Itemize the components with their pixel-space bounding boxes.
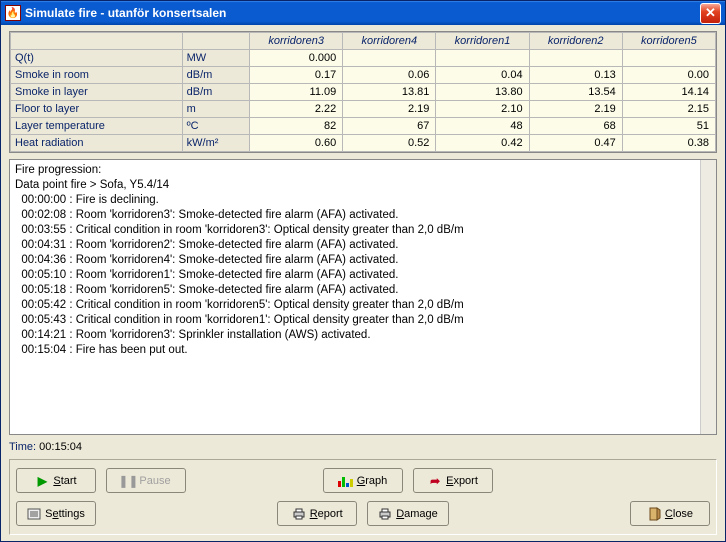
cell-value: 68 xyxy=(529,118,622,135)
cell-value: 0.52 xyxy=(343,135,436,152)
time-value: 00:15:04 xyxy=(39,441,82,453)
cell-value: 14.14 xyxy=(622,84,715,101)
table-row: Floor to layerm2.222.192.102.192.15 xyxy=(11,101,716,118)
damage-label: amage xyxy=(404,508,438,520)
damage-button[interactable]: Damage xyxy=(367,501,449,526)
header-blank-label xyxy=(11,33,183,50)
window-title: Simulate fire - utanför konsertsalen xyxy=(25,6,700,20)
row-label: Smoke in layer xyxy=(11,84,183,101)
table-header-row: korridoren3 korridoren4 korridoren1 korr… xyxy=(11,33,716,50)
settings-icon xyxy=(27,507,41,521)
cell-value: 11.09 xyxy=(250,84,343,101)
log-text: Fire progression: Data point fire > Sofa… xyxy=(15,164,464,356)
printer-icon xyxy=(292,507,306,521)
start-label: tart xyxy=(61,475,77,487)
cell-value: 13.54 xyxy=(529,84,622,101)
row-label: Heat radiation xyxy=(11,135,183,152)
row-unit: dB/m xyxy=(182,67,249,84)
time-label: Time: xyxy=(9,441,36,453)
start-button[interactable]: ▶ Start xyxy=(16,468,96,493)
graph-icon xyxy=(339,474,353,488)
row-unit: m xyxy=(182,101,249,118)
content-area: korridoren3 korridoren4 korridoren1 korr… xyxy=(1,25,725,541)
cell-value: 2.19 xyxy=(343,101,436,118)
graph-button[interactable]: Graph xyxy=(323,468,403,493)
cell-value: 0.00 xyxy=(622,67,715,84)
play-icon: ▶ xyxy=(35,474,49,488)
cell-value: 0.42 xyxy=(436,135,529,152)
cell-value: 2.22 xyxy=(250,101,343,118)
button-area: ▶ Start ❚❚ Pause Graph xyxy=(9,459,717,535)
row-unit: MW xyxy=(182,50,249,67)
pause-button[interactable]: ❚❚ Pause xyxy=(106,468,186,493)
cell-value: 0.13 xyxy=(529,67,622,84)
cell-value: 51 xyxy=(622,118,715,135)
row-unit: ºC xyxy=(182,118,249,135)
col-header: korridoren3 xyxy=(250,33,343,50)
row-unit: dB/m xyxy=(182,84,249,101)
data-table: korridoren3 korridoren4 korridoren1 korr… xyxy=(9,31,717,153)
cell-value: 13.80 xyxy=(436,84,529,101)
cell-value xyxy=(529,50,622,67)
row-label: Smoke in room xyxy=(11,67,183,84)
close-label: lose xyxy=(673,508,693,520)
export-icon: ➦ xyxy=(428,474,442,488)
time-row: Time: 00:15:04 xyxy=(9,441,717,453)
cell-value: 0.04 xyxy=(436,67,529,84)
cell-value xyxy=(343,50,436,67)
row-label: Floor to layer xyxy=(11,101,183,118)
close-button[interactable]: Close xyxy=(630,501,710,526)
cell-value: 2.15 xyxy=(622,101,715,118)
report-label: eport xyxy=(318,508,343,520)
log-scrollbar[interactable] xyxy=(700,160,716,434)
col-header: korridoren2 xyxy=(529,33,622,50)
export-label: xport xyxy=(453,475,477,487)
settings-label: ttings xyxy=(59,508,85,520)
cell-value: 0.38 xyxy=(622,135,715,152)
cell-value: 82 xyxy=(250,118,343,135)
table-row: Heat radiationkW/m²0.600.520.420.470.38 xyxy=(11,135,716,152)
cell-value: 0.000 xyxy=(250,50,343,67)
cell-value: 0.60 xyxy=(250,135,343,152)
cell-value xyxy=(622,50,715,67)
table-row: Layer temperatureºC8267486851 xyxy=(11,118,716,135)
cell-value: 0.17 xyxy=(250,67,343,84)
col-header: korridoren4 xyxy=(343,33,436,50)
cell-value: 0.47 xyxy=(529,135,622,152)
cell-value: 13.81 xyxy=(343,84,436,101)
cell-value: 67 xyxy=(343,118,436,135)
pause-icon: ❚❚ xyxy=(121,474,135,488)
window-close-button[interactable]: ✕ xyxy=(700,3,721,24)
titlebar: 🔥 Simulate fire - utanför konsertsalen ✕ xyxy=(1,1,725,25)
window: 🔥 Simulate fire - utanför konsertsalen ✕… xyxy=(0,0,726,542)
row-label: Layer temperature xyxy=(11,118,183,135)
table-row: Smoke in roomdB/m0.170.060.040.130.00 xyxy=(11,67,716,84)
row-label: Q(t) xyxy=(11,50,183,67)
pause-label: Pause xyxy=(139,475,170,487)
door-icon xyxy=(647,507,661,521)
cell-value: 2.10 xyxy=(436,101,529,118)
log-panel: Fire progression: Data point fire > Sofa… xyxy=(9,159,717,435)
app-icon: 🔥 xyxy=(5,5,21,21)
report-button[interactable]: Report xyxy=(277,501,357,526)
settings-button[interactable]: Settings xyxy=(16,501,96,526)
graph-label: raph xyxy=(365,475,387,487)
row-unit: kW/m² xyxy=(182,135,249,152)
header-blank-unit xyxy=(182,33,249,50)
cell-value xyxy=(436,50,529,67)
export-button[interactable]: ➦ Export xyxy=(413,468,493,493)
col-header: korridoren5 xyxy=(622,33,715,50)
cell-value: 48 xyxy=(436,118,529,135)
printer-icon xyxy=(378,507,392,521)
col-header: korridoren1 xyxy=(436,33,529,50)
table-row: Smoke in layerdB/m11.0913.8113.8013.5414… xyxy=(11,84,716,101)
cell-value: 0.06 xyxy=(343,67,436,84)
cell-value: 2.19 xyxy=(529,101,622,118)
table-row: Q(t)MW0.000 xyxy=(11,50,716,67)
